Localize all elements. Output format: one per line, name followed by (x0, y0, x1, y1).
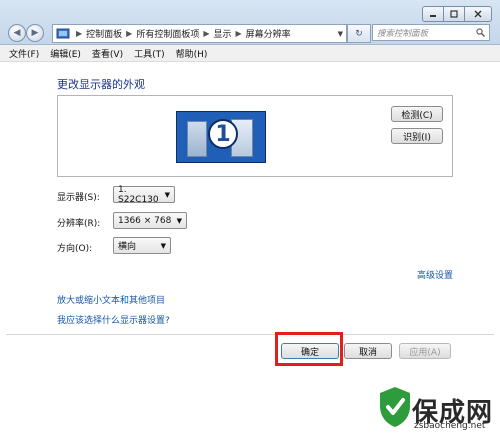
display-select[interactable]: 1. S22C130 ▼ (113, 184, 175, 205)
breadcrumb-control-panel[interactable]: 控制面板 (86, 27, 122, 40)
monitor-number: 1 (208, 119, 238, 149)
back-arrow-icon: ◀ (13, 28, 21, 38)
monitor-window-icon (187, 121, 207, 157)
breadcrumb-all-items[interactable]: 所有控制面板项 (136, 27, 199, 40)
menu-tools[interactable]: 工具(T) (134, 47, 165, 60)
menu-file[interactable]: 文件(F) (9, 47, 39, 60)
help-link[interactable]: 我应该选择什么显示器设置? (57, 313, 170, 326)
monitor-icon[interactable]: 1 (176, 111, 266, 163)
watermark-url: zsbaocheng.net (414, 421, 486, 431)
breadcrumb-resolution[interactable]: 屏幕分辨率 (246, 27, 291, 40)
search-input[interactable]: 搜索控制面板 (372, 24, 490, 41)
orientation-select-value: 横向 (118, 242, 137, 252)
refresh-button[interactable]: ↻ (347, 24, 371, 43)
page-title: 更改显示器的外观 (57, 78, 145, 91)
forward-arrow-icon: ▶ (31, 28, 39, 38)
search-placeholder: 搜索控制面板 (377, 28, 429, 39)
display-label: 显示器(S): (57, 193, 100, 203)
identify-button[interactable]: 识别(I) (391, 128, 443, 144)
minimize-icon (430, 15, 436, 17)
chevron-down-icon: ▼ (164, 190, 170, 199)
chevron-down-icon: ▼ (160, 241, 166, 250)
advanced-settings-link[interactable]: 高级设置 (417, 268, 453, 281)
search-icon (476, 28, 485, 37)
chevron-down-icon: ▼ (176, 216, 182, 225)
resolution-select[interactable]: 1366 × 768 ▼ (113, 212, 187, 229)
resolution-select-value: 1366 × 768 (118, 215, 172, 226)
resolution-label: 分辨率(R): (57, 219, 101, 229)
display-preview-panel: 1 检测(C) 识别(I) (57, 95, 453, 177)
window-controls (422, 6, 492, 22)
forward-button[interactable]: ▶ (26, 24, 44, 42)
divider (6, 334, 494, 335)
menu-edit[interactable]: 编辑(E) (50, 47, 81, 60)
ok-button-highlight-box (275, 332, 343, 366)
address-dropdown-icon[interactable]: ▼ (338, 30, 343, 38)
breadcrumb-separator-icon: ▶ (76, 29, 83, 38)
breadcrumb-display[interactable]: 显示 (214, 27, 232, 40)
orientation-label: 方向(O): (57, 244, 93, 254)
shield-logo-icon (380, 387, 410, 427)
minimize-button[interactable] (422, 6, 443, 22)
control-panel-icon (56, 28, 70, 38)
display-select-value: 1. S22C130 (118, 184, 159, 205)
close-icon (474, 10, 482, 18)
menu-bar: 文件(F) 编辑(E) 查看(V) 工具(T) 帮助(H) (0, 45, 500, 62)
breadcrumb-separator-icon: ▶ (126, 29, 133, 38)
cancel-button[interactable]: 取消 (344, 343, 392, 359)
menu-view[interactable]: 查看(V) (92, 47, 123, 60)
breadcrumb-separator-icon: ▶ (203, 29, 210, 38)
text-size-link[interactable]: 放大或缩小文本和其他项目 (57, 293, 165, 306)
detect-button[interactable]: 检测(C) (391, 106, 443, 122)
refresh-icon: ↻ (355, 28, 363, 39)
maximize-button[interactable] (443, 6, 464, 22)
close-button[interactable] (464, 6, 492, 22)
orientation-select[interactable]: 横向 ▼ (113, 237, 171, 254)
apply-button[interactable]: 应用(A) (399, 343, 451, 359)
menu-help[interactable]: 帮助(H) (176, 47, 208, 60)
address-bar[interactable]: ▶ 控制面板 ▶ 所有控制面板项 ▶ 显示 ▶ 屏幕分辨率 ▼ (52, 24, 347, 43)
back-button[interactable]: ◀ (8, 24, 26, 42)
breadcrumb-separator-icon: ▶ (235, 29, 242, 38)
maximize-icon (450, 10, 458, 18)
